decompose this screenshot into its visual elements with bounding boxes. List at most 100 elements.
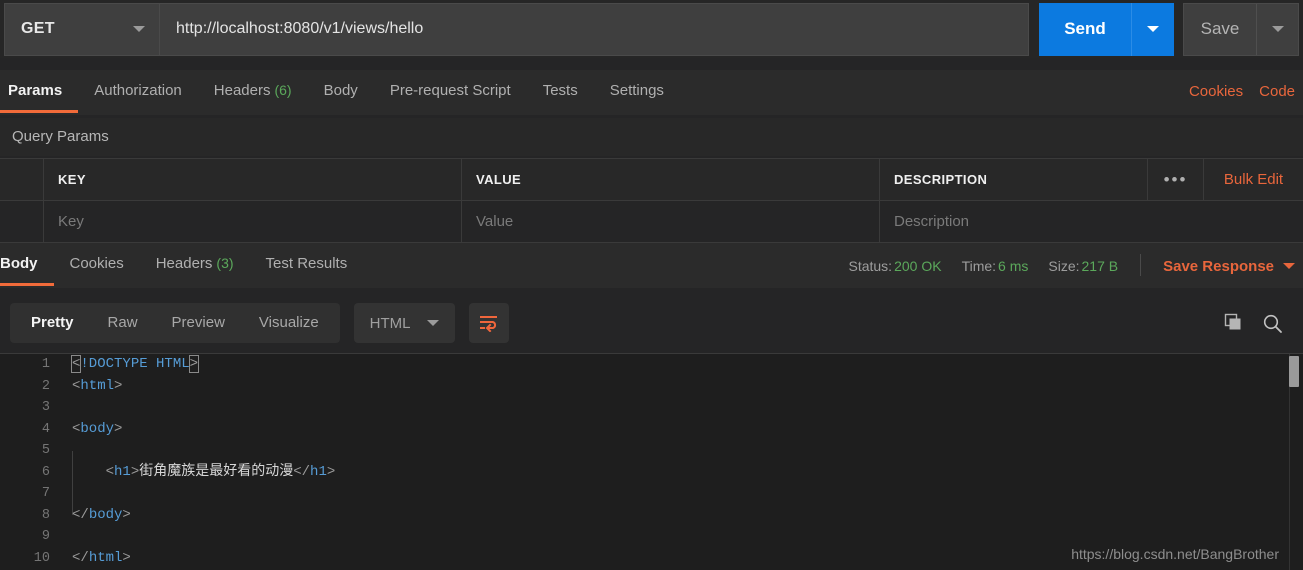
status-label: Status: — [848, 258, 893, 274]
chevron-down-icon — [1283, 263, 1295, 269]
code-line-2: <html> — [72, 377, 123, 394]
line-number-gutter: 1 2 3 4 5 6 7 8 9 10 — [0, 354, 62, 570]
tab-authorization[interactable]: Authorization — [78, 70, 198, 113]
save-button[interactable]: Save — [1184, 3, 1256, 55]
tab-tests-label: Tests — [542, 82, 578, 99]
header-checkbox-cell — [0, 159, 44, 200]
bracket-match-close: > — [188, 355, 200, 373]
chevron-down-icon — [426, 320, 439, 326]
status-value: 200 OK — [894, 258, 942, 274]
response-toolbar-actions — [1224, 313, 1293, 334]
response-tab-headers[interactable]: Headers (3) — [140, 243, 250, 286]
row-key-cell[interactable]: Key — [44, 201, 462, 242]
query-params-title: Query Params — [0, 118, 1303, 156]
tab-body[interactable]: Body — [308, 70, 374, 113]
response-tab-headers-label: Headers — [155, 255, 213, 272]
copy-icon — [1224, 313, 1241, 330]
status-badge: Status: 200 OK — [848, 258, 941, 274]
save-button-group: Save — [1183, 2, 1299, 56]
size-label: Size: — [1048, 258, 1080, 274]
http-method-selector[interactable]: GET — [4, 2, 159, 56]
time-label: Time: — [961, 258, 997, 274]
response-tab-bar: Body Cookies Headers (3) Test Results Sta… — [0, 243, 1303, 288]
tab-pre-request-script-label: Pre-request Script — [389, 82, 511, 99]
tab-params[interactable]: Params — [0, 70, 79, 113]
http-method-label: GET — [21, 20, 55, 37]
row-value-cell[interactable]: Value — [462, 201, 880, 242]
code-link[interactable]: Code — [1259, 83, 1295, 100]
chevron-down-icon — [1271, 26, 1284, 32]
view-pretty[interactable]: Pretty — [14, 303, 91, 343]
line-number: 10 — [33, 550, 50, 566]
more-options-icon[interactable]: ••• — [1147, 159, 1203, 200]
header-key-cell: KEY — [44, 159, 462, 200]
scrollbar-thumb[interactable] — [1289, 356, 1299, 387]
tab-headers[interactable]: Headers (6) — [198, 70, 308, 113]
watermark-text: https://blog.csdn.net/BangBrother — [1071, 546, 1279, 562]
response-format-label: HTML — [369, 314, 411, 332]
line-number: 8 — [41, 507, 50, 523]
header-description-cell: DESCRIPTION ••• Bulk Edit — [880, 159, 1303, 200]
chevron-down-icon — [133, 26, 145, 32]
response-meta: Status: 200 OK Time: 6 ms Size: 217 B Save … — [848, 243, 1303, 276]
word-wrap-icon — [479, 316, 497, 332]
response-tab-cookies[interactable]: Cookies — [54, 243, 140, 286]
tab-params-label: Params — [8, 82, 63, 99]
tab-body-label: Body — [323, 82, 358, 99]
copy-button[interactable] — [1224, 313, 1244, 333]
code-line-8: </body> — [72, 506, 131, 523]
response-body-code-viewer[interactable]: 1 2 3 4 5 6 7 8 9 10 <!DOCTYPE HTML> <ht… — [0, 353, 1303, 570]
send-options-button[interactable] — [1131, 2, 1174, 56]
request-url-input[interactable] — [159, 2, 1029, 56]
line-number: 7 — [41, 486, 50, 501]
response-tab-body[interactable]: Body — [0, 243, 54, 286]
response-view-switcher: Pretty Raw Preview Visualize — [10, 303, 340, 343]
row-checkbox-cell[interactable] — [0, 201, 44, 242]
response-tab-body-label: Body — [0, 255, 38, 272]
tab-settings[interactable]: Settings — [594, 70, 680, 113]
request-tabs-actions: Cookies Code — [1189, 70, 1303, 100]
request-tab-bar: Params Authorization Headers (6) Body Pre… — [0, 70, 1303, 115]
line-number: 1 — [41, 357, 50, 372]
chevron-down-icon — [1147, 26, 1159, 32]
view-raw[interactable]: Raw — [91, 303, 155, 343]
tab-headers-count: (6) — [274, 82, 292, 98]
save-options-button[interactable] — [1256, 3, 1298, 55]
code-line-6: <h1>街角魔族是最好看的动漫</h1> — [105, 463, 336, 480]
header-value-cell: VALUE — [462, 159, 880, 200]
code-line-4: <body> — [72, 420, 123, 437]
tab-headers-label: Headers — [213, 82, 271, 99]
request-url-bar: GET Send Save — [0, 0, 1303, 58]
word-wrap-button[interactable] — [468, 303, 509, 343]
tab-settings-label: Settings — [609, 82, 664, 99]
send-button-group: Send — [1039, 2, 1174, 56]
code-token: !DOCTYPE HTML — [80, 356, 190, 372]
send-button[interactable]: Send — [1039, 2, 1131, 56]
divider — [1140, 254, 1142, 276]
bulk-edit-button[interactable]: Bulk Edit — [1203, 159, 1303, 200]
save-response-label: Save Response — [1163, 257, 1274, 275]
tab-tests[interactable]: Tests — [527, 70, 594, 113]
save-response-button[interactable]: Save Response — [1163, 258, 1303, 275]
code-line-1: <!DOCTYPE HTML> — [62, 354, 1273, 376]
search-button[interactable] — [1262, 313, 1283, 334]
response-tab-test-results[interactable]: Test Results — [250, 243, 364, 286]
search-icon — [1263, 314, 1282, 333]
response-tab-headers-count: (3) — [216, 255, 234, 271]
tab-authorization-label: Authorization — [94, 82, 182, 99]
row-description-cell[interactable]: Description — [880, 201, 1303, 242]
table-row: Key Value Description — [0, 201, 1303, 243]
view-preview[interactable]: Preview — [155, 303, 242, 343]
header-value-label: VALUE — [476, 172, 522, 187]
header-key-label: KEY — [58, 172, 86, 187]
tab-pre-request-script[interactable]: Pre-request Script — [374, 70, 527, 113]
row-description-placeholder: Description — [894, 213, 970, 230]
response-tab-cookies-label: Cookies — [69, 255, 124, 272]
size-value: 217 B — [1081, 258, 1119, 274]
cookies-link[interactable]: Cookies — [1189, 83, 1243, 100]
view-visualize[interactable]: Visualize — [242, 303, 336, 343]
response-format-selector[interactable]: HTML — [353, 303, 455, 343]
